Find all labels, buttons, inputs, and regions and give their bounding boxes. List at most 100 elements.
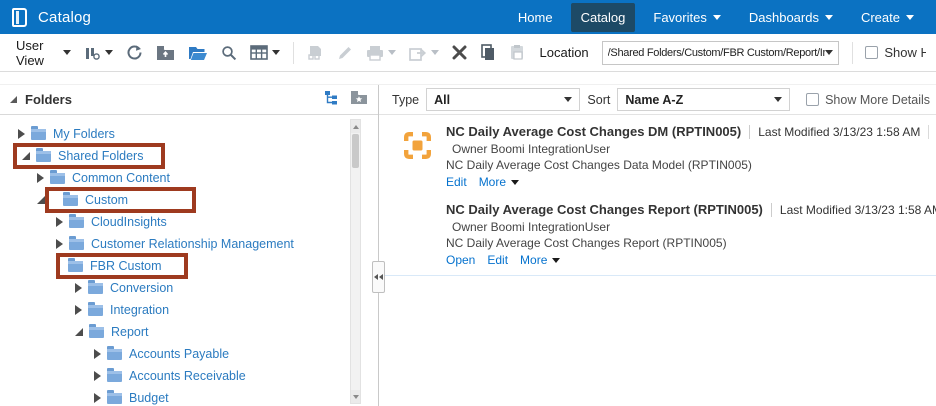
content-filter-bar: Type All Sort Name A-Z Show More Details [379,85,936,115]
view-type-icon[interactable] [84,45,113,61]
more-menu[interactable]: More [479,175,519,189]
tree-item-custom[interactable]: Custom [0,189,378,211]
tree-item-cloudinsights[interactable]: CloudInsights [0,211,378,233]
more-label: More [479,175,506,189]
tree-item-accounts-payable[interactable]: Accounts Payable [0,343,378,365]
open-link[interactable]: Open [446,253,475,267]
edit-link[interactable]: Edit [487,253,508,267]
folder-icon [68,261,83,272]
new-folder-icon[interactable] [188,45,208,61]
nav-create-label: Create [861,10,900,25]
scroll-down-button[interactable] [351,390,360,403]
folders-panel-title: Folders [25,92,314,107]
expand-icon[interactable] [94,371,101,381]
tree-item-integration[interactable]: Integration [0,299,378,321]
archive-icon[interactable] [307,45,324,61]
tree-view-icon[interactable] [324,90,340,110]
nav-dashboards[interactable]: Dashboards [739,3,843,32]
tree-item-my-folders[interactable]: My Folders [0,123,378,145]
nav-home[interactable]: Home [508,3,563,32]
edit-icon[interactable] [337,45,353,61]
scrollbar-thumb[interactable] [352,134,359,168]
expand-icon[interactable] [37,173,44,183]
folder-icon [88,305,103,316]
panel-splitter-collapse-button[interactable] [372,261,385,293]
tree-scrollbar[interactable] [350,119,361,404]
tree-item-label: CloudInsights [91,215,167,229]
show-more-details-checkbox[interactable] [806,93,819,106]
folder-icon [36,151,51,162]
export-icon[interactable] [409,45,439,61]
chevron-down-icon [511,180,519,185]
chevron-down-icon [564,97,572,102]
tree-item-label: My Folders [53,127,115,141]
more-menu[interactable]: More [520,253,560,267]
chevron-down-icon [906,15,914,20]
up-folder-icon[interactable] [156,45,175,61]
tree-item-accounts-receivable[interactable]: Accounts Receivable [0,365,378,387]
tree-item-report[interactable]: Report [0,321,378,343]
chevron-down-icon [825,50,833,55]
expand-icon[interactable] [18,129,25,139]
show-hidden-checkbox[interactable] [865,46,878,59]
expand-icon[interactable] [75,305,82,315]
title-divider [771,203,772,217]
expand-icon[interactable] [56,217,63,227]
chevron-down-icon [431,50,439,55]
type-select-value: All [434,93,564,107]
user-view-menu[interactable]: User View [16,38,71,68]
expand-icon[interactable] [94,393,101,403]
collapse-left-icon [374,274,378,280]
expand-icon[interactable] [75,283,82,293]
collapse-icon[interactable] [75,328,83,336]
title-divider [749,125,750,139]
tree-item-budget[interactable]: Budget [0,387,378,406]
annotation-highlight-box: Custom [45,187,196,213]
collapse-icon[interactable] [37,196,45,204]
type-select[interactable]: All [426,88,580,111]
tree-item-customer-relationship-management[interactable]: Customer Relationship Management [0,233,378,255]
folder-icon [89,327,104,338]
nav-create[interactable]: Create [851,3,924,32]
item-actions: Open Edit More [446,253,936,267]
search-icon[interactable] [221,45,237,61]
item-title[interactable]: NC Daily Average Cost Changes Report (RP… [446,202,763,217]
list-view-icon[interactable] [250,45,280,60]
print-icon[interactable] [366,45,396,61]
catalog-book-icon [12,8,27,27]
scroll-up-button[interactable] [351,120,360,133]
tree-item-shared-folders[interactable]: Shared Folders [0,145,378,167]
refresh-icon[interactable] [126,44,143,61]
folder-icon [107,349,122,360]
nav-catalog[interactable]: Catalog [571,3,636,32]
nav-favorites[interactable]: Favorites [643,3,730,32]
chevron-down-icon [774,97,782,102]
sort-select[interactable]: Name A-Z [617,88,790,111]
delete-icon[interactable] [452,45,467,60]
toolbar-divider [852,42,853,64]
nav-dashboards-label: Dashboards [749,10,819,25]
item-title[interactable]: NC Daily Average Cost Changes DM (RPTIN0… [446,124,741,139]
copy-icon[interactable] [480,44,496,61]
expand-icon[interactable] [94,349,101,359]
tree-item-fbr-custom[interactable]: FBR Custom [0,255,378,277]
item-actions: Edit More [446,175,936,189]
catalog-item-body: NC Daily Average Cost Changes Report (RP… [446,202,936,267]
collapse-icon[interactable] [22,152,30,160]
folder-icon [88,283,103,294]
paste-icon[interactable] [509,44,525,61]
tree-item-conversion[interactable]: Conversion [0,277,378,299]
folders-collapse-icon[interactable] [10,96,17,103]
more-label: More [520,253,547,267]
type-label: Type [392,93,419,107]
show-hidden-control: Show Hidd [865,45,926,60]
location-dropdown[interactable]: /Shared Folders/Custom/FBR Custom/Report… [602,41,839,65]
edit-link[interactable]: Edit [446,175,467,189]
favorites-folder-icon[interactable] [350,90,368,110]
expand-icon[interactable] [56,239,63,249]
folder-icon [107,371,122,382]
item-owner: Owner Boomi IntegrationUser [452,220,936,234]
tree-item-common-content[interactable]: Common Content [0,167,378,189]
tree-item-label: FBR Custom [90,259,162,273]
catalog-item-body: NC Daily Average Cost Changes DM (RPTIN0… [446,124,936,189]
